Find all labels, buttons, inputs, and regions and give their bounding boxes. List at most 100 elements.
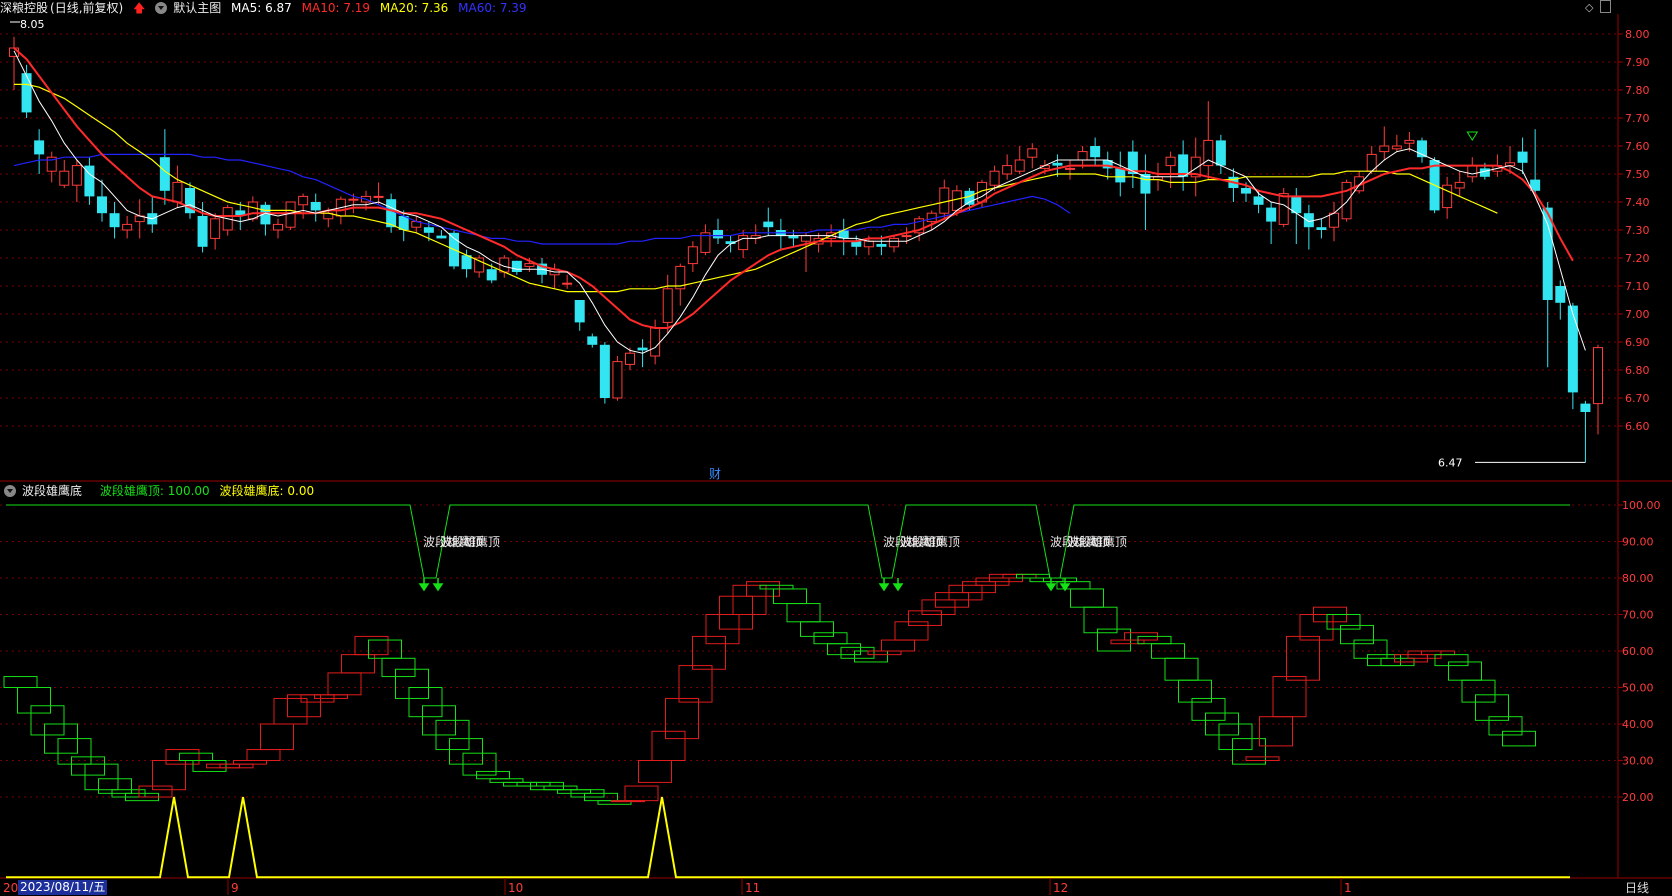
candle-down (386, 199, 397, 228)
indicator-box (719, 595, 753, 630)
indicator-tick-label: 30.00 (1622, 755, 1654, 768)
indicator-box (759, 584, 794, 590)
indicator-box (489, 778, 524, 783)
candle-down (1215, 140, 1226, 166)
period-label[interactable]: 日线 (1625, 879, 1649, 896)
indicator-box (894, 621, 929, 641)
candle-up (801, 235, 811, 242)
indicator-tick-label: 60.00 (1622, 645, 1654, 658)
price-tick-label: 7.00 (1625, 308, 1650, 321)
candle-down (1517, 151, 1528, 163)
candle-down (1253, 196, 1264, 205)
indicator-box (543, 785, 578, 791)
x-axis-label: 1 (1344, 881, 1352, 895)
candle-up (474, 257, 485, 273)
candle-up (1341, 181, 1352, 220)
indicator-tick-label: 20.00 (1622, 791, 1654, 804)
x-axis-label: 12 (1053, 881, 1068, 895)
indicator-box (71, 756, 105, 776)
indicator-box (449, 738, 483, 765)
down-arrow-icon (892, 578, 904, 592)
x-axis-label: 10 (508, 881, 523, 895)
indicator-box (1245, 756, 1280, 761)
indicator-box (678, 665, 713, 703)
indicator-box (665, 697, 699, 740)
candle-up (285, 201, 296, 228)
indicator-box (327, 672, 362, 696)
signal-label: 波段雄鹰顶 (440, 534, 500, 549)
candle-down (1580, 403, 1591, 412)
candle-down (876, 244, 887, 247)
candle-down (1567, 305, 1578, 393)
indicator-tick-label: 90.00 (1622, 536, 1654, 549)
signal-label: 波段雄鹰顶 (900, 534, 960, 549)
indicator-box (854, 650, 888, 663)
indicator-box (1353, 639, 1388, 659)
min-price-label: 6.47 (1438, 456, 1463, 469)
candle-up (951, 190, 962, 211)
candle-down (423, 227, 434, 233)
candle-down (109, 213, 120, 228)
indicator-box (3, 676, 38, 688)
candle-up (687, 246, 698, 265)
indicator-box (84, 763, 119, 791)
candle-up (1027, 148, 1038, 158)
down-arrow-icon (1045, 578, 1057, 592)
indicator-box (206, 763, 240, 769)
down-arrow-icon (418, 578, 430, 592)
candle-up (1002, 165, 1013, 175)
candle-down (1241, 188, 1251, 194)
candle-up (1442, 184, 1453, 209)
x-axis-label: 9 (231, 881, 239, 895)
indicator-box (1002, 573, 1037, 579)
green-arrow-icon (1466, 131, 1479, 141)
candle-up (1278, 193, 1289, 225)
indicator-box (246, 749, 281, 761)
price-tick-label: 7.60 (1625, 140, 1650, 153)
indicator-box (408, 687, 443, 718)
candle-up (1165, 156, 1176, 167)
candle-down (1316, 227, 1327, 230)
indicator-box (962, 581, 996, 594)
candle-up (1329, 212, 1339, 228)
candle-down (197, 216, 208, 247)
indicator-box (233, 760, 267, 765)
indicator-box (624, 785, 659, 802)
indicator-box (1043, 577, 1077, 583)
price-tick-label: 8.00 (1625, 28, 1650, 41)
candle-up (1467, 165, 1478, 178)
indicator-box (260, 723, 294, 751)
candle-up (122, 223, 133, 231)
candle-up (1391, 145, 1402, 150)
price-tick-label: 7.30 (1625, 224, 1650, 237)
indicator-box (800, 621, 834, 637)
candle-up (172, 181, 183, 203)
bottom-signal-line (6, 796, 1570, 879)
price-tick-label: 7.10 (1625, 280, 1650, 293)
candle-up (926, 212, 937, 223)
candle-up (650, 327, 661, 357)
indicator-box (908, 610, 942, 626)
candle-up (524, 263, 535, 267)
indicator-box (1286, 635, 1320, 681)
indicator-box (1029, 577, 1064, 583)
candle-down (1052, 162, 1063, 166)
candle-down (964, 190, 975, 205)
price-tick-label: 7.40 (1625, 196, 1650, 209)
max-price-label: 8.05 (20, 18, 45, 31)
candle-up (625, 352, 635, 365)
candle-down (1555, 286, 1566, 303)
x-axis-label: 20 (3, 881, 18, 895)
signal-label: 波段雄鹰顶 (1067, 534, 1127, 549)
candle-up (1065, 167, 1075, 170)
candle-down (486, 269, 497, 281)
indicator-box (1016, 573, 1050, 579)
candle-up (989, 170, 1000, 186)
candle-down (637, 347, 648, 351)
indicator-box (692, 635, 726, 670)
candle-up (298, 195, 309, 206)
candle-down (587, 336, 598, 345)
indicator-box (1164, 657, 1199, 681)
indicator-tick-label: 70.00 (1622, 609, 1654, 622)
indicator-box (192, 760, 227, 772)
